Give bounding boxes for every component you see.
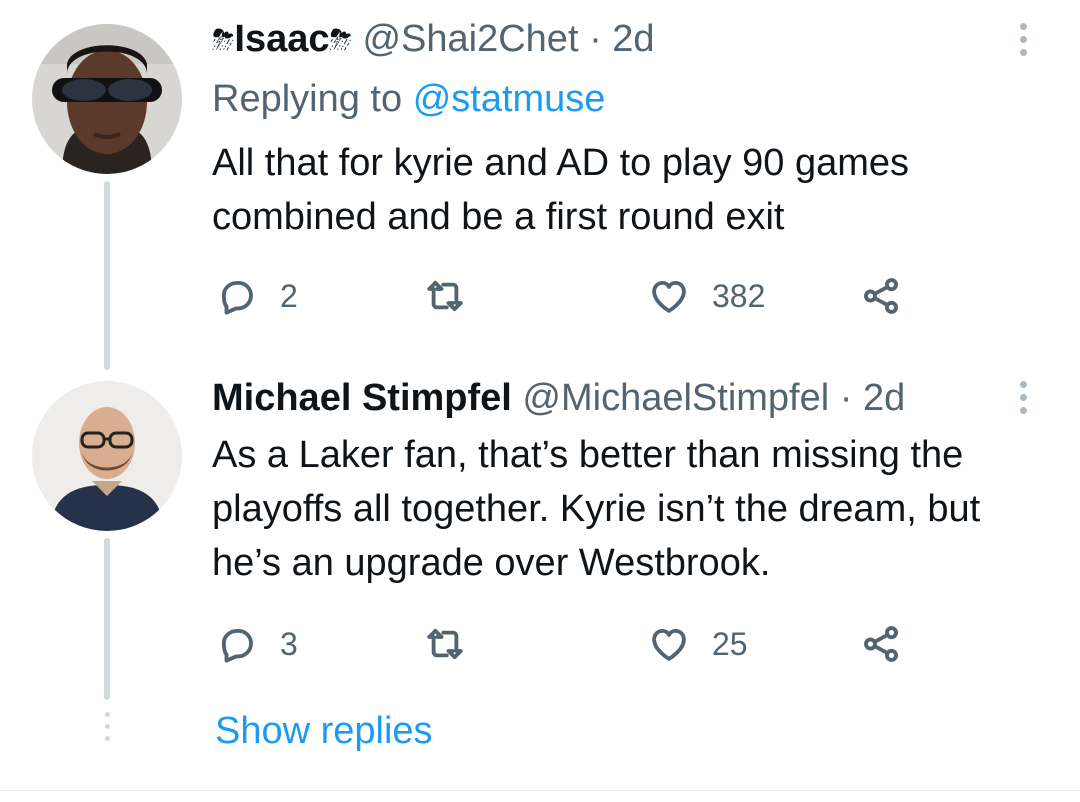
separator: · [839, 377, 853, 419]
retweet-icon [427, 628, 463, 660]
reply-button[interactable]: 2 [216, 271, 298, 321]
retweet-icon [427, 280, 463, 312]
author-name[interactable]: ⛈Isaac⛈ [212, 18, 352, 60]
more-vertical-icon[interactable] [1015, 23, 1031, 63]
share-button[interactable] [860, 271, 902, 321]
like-count: 382 [712, 277, 766, 314]
storm-cloud-emoji: ⛈ [212, 24, 235, 55]
author-handle[interactable]: @Shai2Chet [362, 18, 578, 60]
share-icon [864, 626, 898, 662]
like-count: 25 [712, 625, 748, 662]
tweet-text: All that for kyrie and AD to play 90 gam… [212, 142, 910, 238]
reply-count: 3 [280, 625, 298, 662]
divider [0, 790, 1080, 791]
heart-icon [652, 628, 686, 661]
retweet-button[interactable] [424, 619, 488, 669]
thread-line [104, 181, 110, 370]
reply-icon [221, 628, 253, 663]
replying-to-link[interactable]: @statmuse [413, 78, 606, 120]
replying-label: Replying to [212, 78, 403, 120]
storm-cloud-emoji: ⛈ [329, 24, 352, 55]
timestamp[interactable]: 2d [612, 18, 654, 60]
thread-line [104, 538, 110, 700]
author-name[interactable]: Michael Stimpfel [212, 377, 512, 419]
reply-count: 2 [280, 277, 298, 314]
avatar-isaac[interactable] [32, 24, 182, 174]
author-handle[interactable]: @MichaelStimpfel [522, 377, 829, 419]
replying-to: Replying to @statmuse [212, 76, 605, 122]
tweet-actions: 2 382 [212, 271, 932, 321]
tweet-actions: 3 25 [212, 619, 932, 669]
retweet-button[interactable] [424, 271, 488, 321]
share-button[interactable] [860, 619, 902, 669]
tweet-header: Michael Stimpfel @MichaelStimpfel · 2d [212, 375, 905, 421]
heart-icon [652, 280, 686, 313]
show-replies-link[interactable]: Show replies [215, 708, 433, 754]
share-icon [864, 278, 898, 314]
more-vertical-icon[interactable] [1015, 381, 1031, 421]
like-button[interactable]: 25 [648, 619, 748, 669]
reply-icon [221, 280, 253, 315]
tweet-header: ⛈Isaac⛈ @Shai2Chet · 2d [212, 16, 655, 63]
timestamp[interactable]: 2d [863, 377, 905, 419]
separator: · [589, 18, 602, 60]
tweet-text: As a Laker fan, that’s better than missi… [212, 434, 981, 584]
reply-button[interactable]: 3 [216, 619, 298, 669]
avatar-michael-stimpfel[interactable] [32, 381, 182, 531]
like-button[interactable]: 382 [648, 271, 765, 321]
more-replies-dots-icon [101, 712, 113, 746]
